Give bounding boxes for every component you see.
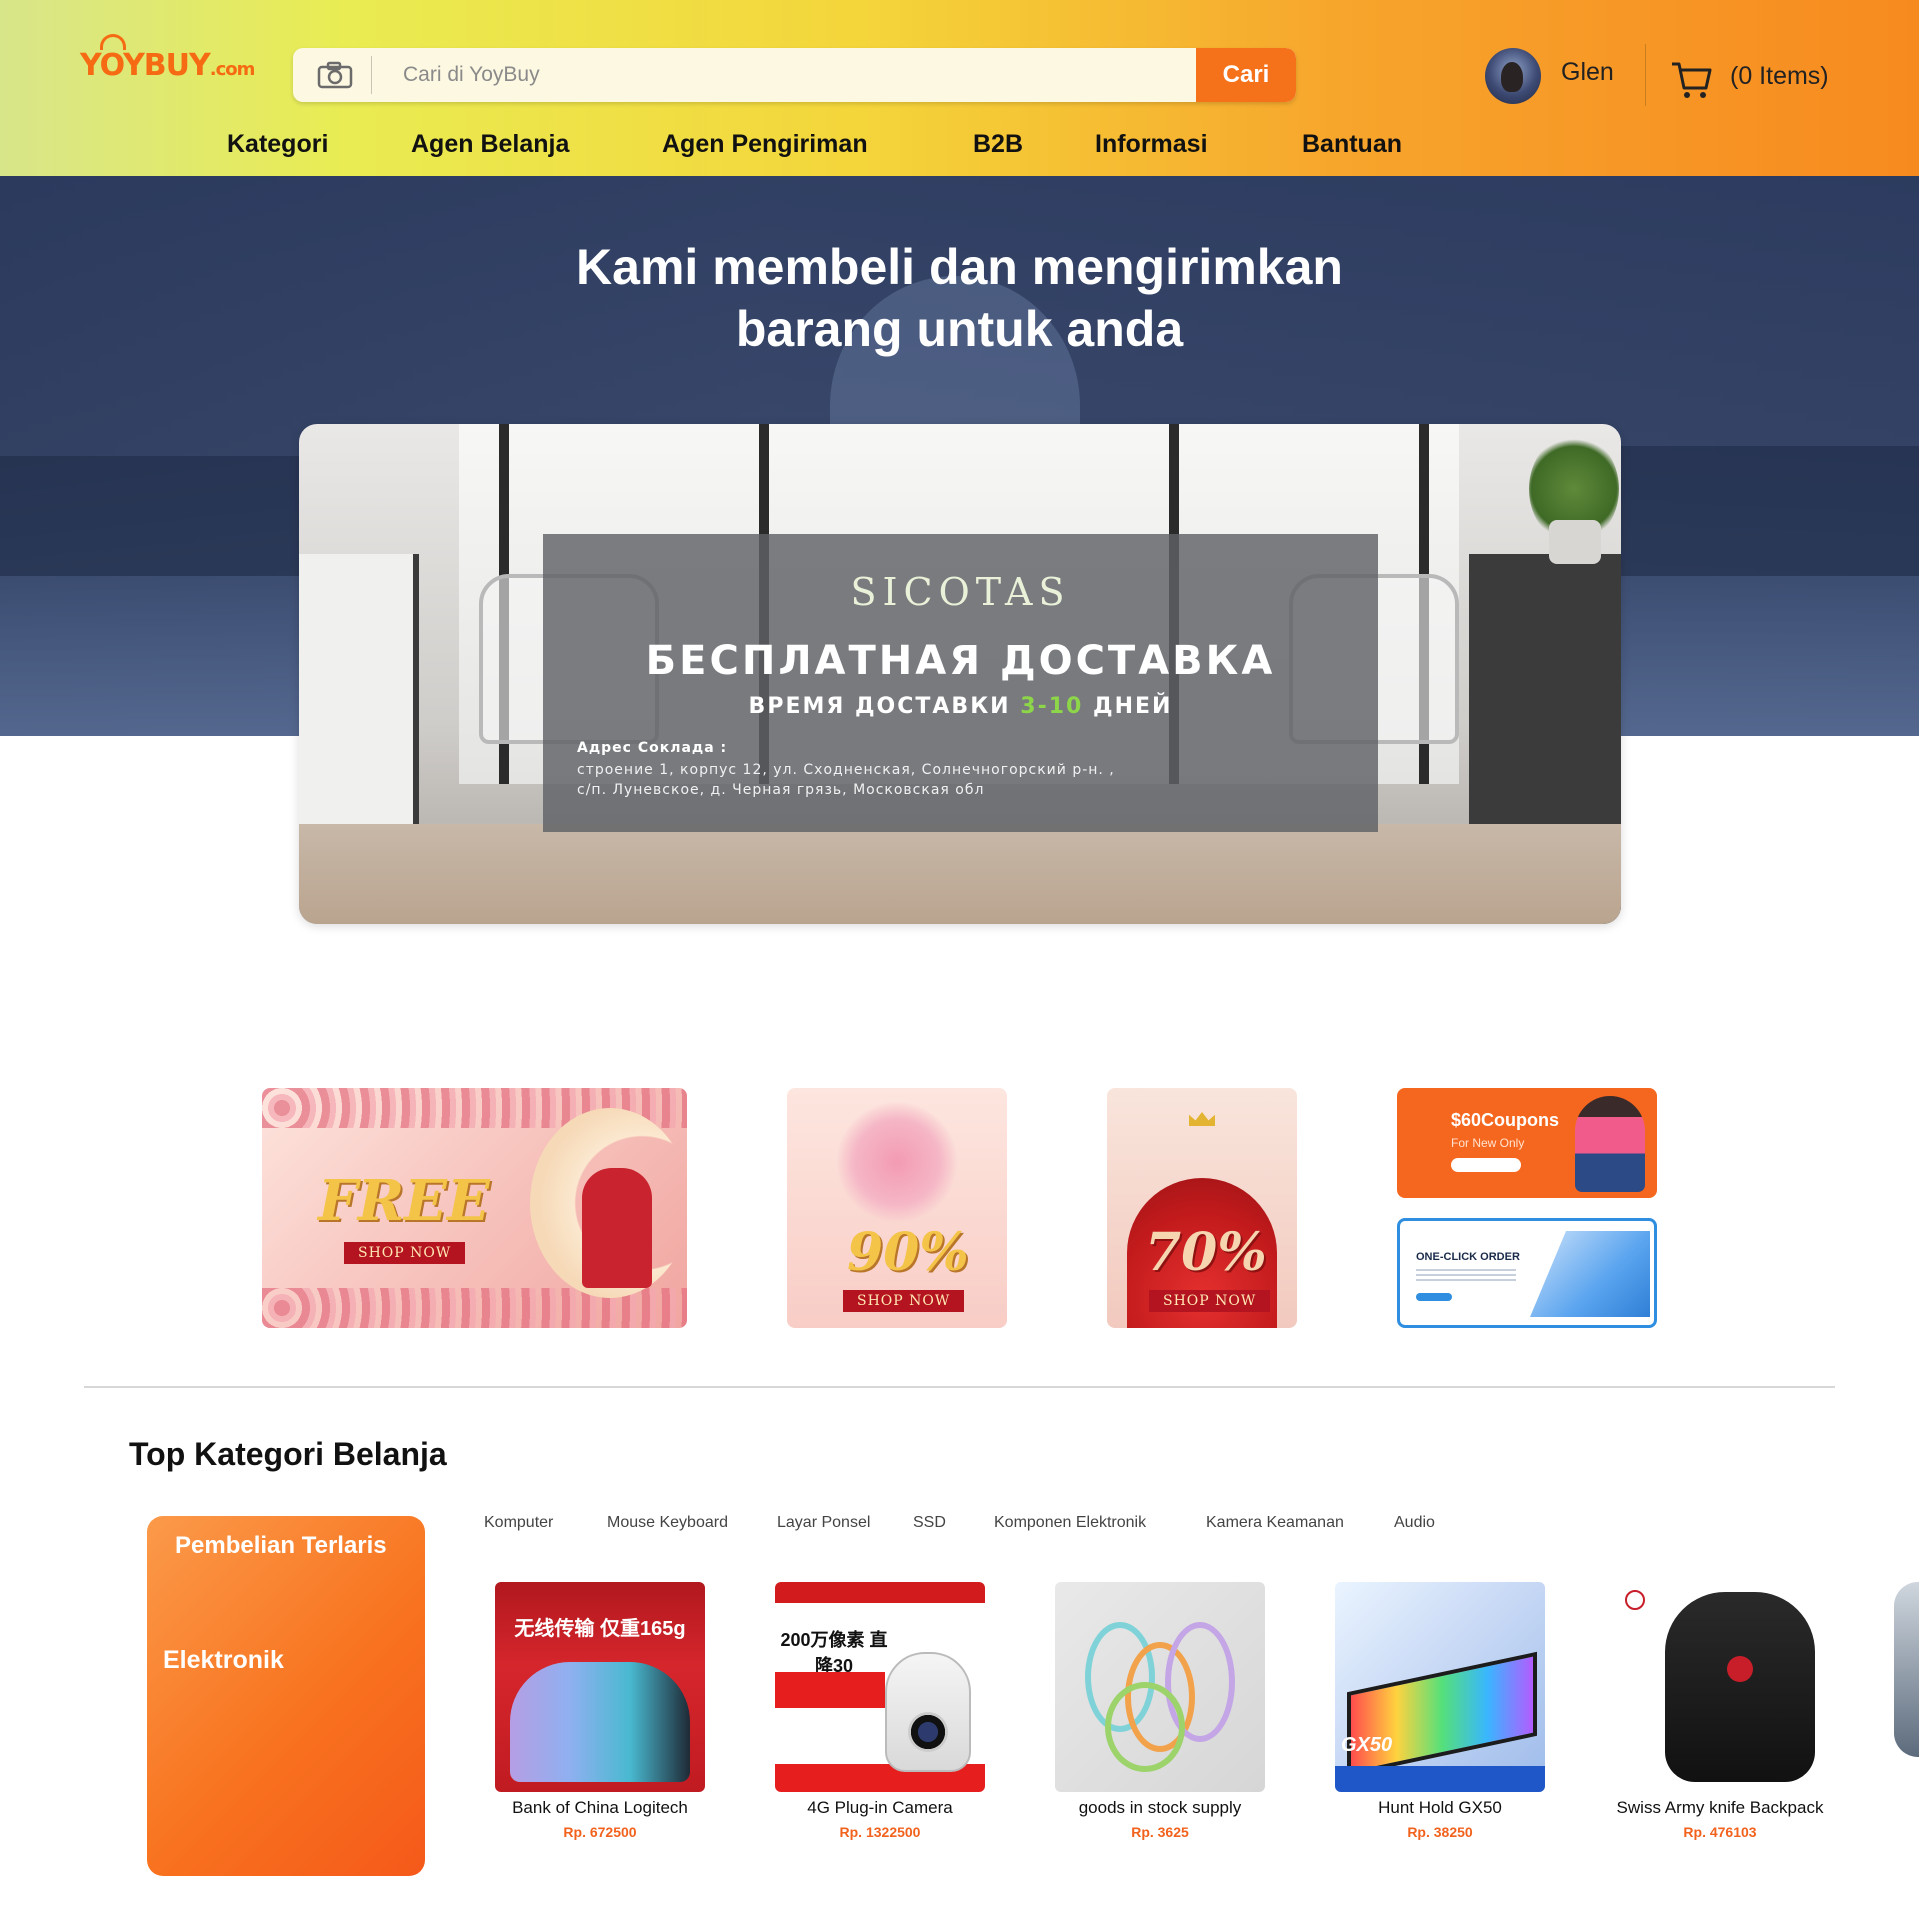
- promo-70-text: 70%: [1145, 1222, 1267, 1283]
- product-card[interactable]: 200万像素 直降30 4G Plug-in Camera Rp. 132250…: [750, 1582, 1010, 1840]
- tab-audio[interactable]: Audio: [1394, 1514, 1435, 1532]
- coupon-subtitle: For New Only: [1451, 1136, 1525, 1150]
- tab-komputer[interactable]: Komputer: [484, 1514, 553, 1532]
- product-name[interactable]: Swiss Army knife Backpack: [1590, 1798, 1850, 1818]
- nav-informasi[interactable]: Informasi: [1095, 130, 1208, 159]
- product-card-partial[interactable]: [1894, 1582, 1919, 1757]
- cable-illustration: [1105, 1682, 1185, 1772]
- promo-90-text: 90%: [847, 1222, 969, 1283]
- nav-bantuan[interactable]: Bantuan: [1302, 130, 1402, 159]
- product-image[interactable]: [1615, 1582, 1825, 1792]
- nav-b2b[interactable]: B2B: [973, 130, 1023, 159]
- product-card[interactable]: goods in stock supply Rp. 3625: [1030, 1582, 1290, 1840]
- coupon-signup-button[interactable]: [1451, 1158, 1521, 1172]
- promo-free-text: FREE: [318, 1168, 490, 1234]
- camera-search-icon[interactable]: [315, 61, 355, 89]
- cart-icon[interactable]: [1670, 58, 1714, 102]
- promo-70-shop-now[interactable]: SHOP NOW: [1149, 1290, 1271, 1312]
- dress-illustration: [582, 1168, 652, 1288]
- stamp-icon: [1625, 1590, 1645, 1610]
- headphones-illustration: [510, 1662, 690, 1782]
- product-image[interactable]: [1055, 1582, 1265, 1792]
- tab-ssd[interactable]: SSD: [913, 1514, 946, 1532]
- camera-lens: [908, 1712, 948, 1752]
- promo-70-off[interactable]: 70% SHOP NOW: [1107, 1088, 1297, 1328]
- one-click-title: ONE-CLICK ORDER: [1416, 1251, 1520, 1263]
- header-divider: [1645, 44, 1646, 106]
- banner-headline: БЕСПЛАТНАЯ ДОСТАВКА: [645, 638, 1276, 684]
- cabinet-left: [299, 554, 419, 824]
- rug-decor: [299, 824, 1621, 924]
- cart-count[interactable]: (0 Items): [1730, 62, 1829, 91]
- one-click-button[interactable]: [1416, 1293, 1452, 1301]
- user-name[interactable]: Glen: [1561, 58, 1614, 87]
- hero-title: Kami membeli dan mengirimkan barang untu…: [576, 239, 1343, 357]
- product-name[interactable]: goods in stock supply: [1030, 1798, 1290, 1818]
- laptop-illustration: [1530, 1231, 1650, 1317]
- yoybuy-logo[interactable]: YOYBUY.com: [80, 34, 255, 83]
- nav-agen-belanja[interactable]: Agen Belanja: [411, 130, 569, 159]
- promo-carousel-banner[interactable]: SICOTAS БЕСПЛАТНАЯ ДОСТАВКА ВРЕМЯ ДОСТАВ…: [299, 424, 1621, 924]
- product-image[interactable]: 200万像素 直降30: [775, 1582, 985, 1792]
- product-price: Rp. 1322500: [839, 1824, 921, 1840]
- shopper-illustration: [1575, 1096, 1645, 1192]
- promo-free-shop-now[interactable]: SHOP NOW: [344, 1242, 466, 1264]
- product-price: Rp. 476103: [1683, 1824, 1757, 1840]
- section-divider: [84, 1386, 1835, 1388]
- nav-agen-pengiriman[interactable]: Agen Pengiriman: [662, 130, 868, 159]
- product-price: Rp. 672500: [563, 1824, 637, 1840]
- promo-90-off[interactable]: 90% SHOP NOW: [787, 1088, 1007, 1328]
- search-divider: [371, 56, 372, 94]
- plant-pot: [1549, 520, 1601, 564]
- keyboard-illustration: [1347, 1651, 1537, 1777]
- terminal-background-left: [0, 456, 300, 576]
- tab-kamera-keamanan[interactable]: Kamera Keamanan: [1206, 1514, 1344, 1532]
- swiss-logo-icon: [1727, 1656, 1753, 1682]
- flower-tree-illustration: [837, 1102, 957, 1222]
- banner-overlay: SICOTAS БЕСПЛАТНАЯ ДОСТАВКА ВРЕМЯ ДОСТАВ…: [543, 534, 1378, 832]
- tab-komponen-elektronik[interactable]: Komponen Elektronik: [994, 1514, 1146, 1532]
- product-card[interactable]: 无线传输 仅重165g Bank of China Logitech Rp. 6…: [470, 1582, 730, 1840]
- one-click-description: [1416, 1269, 1516, 1283]
- best-seller-category[interactable]: Elektronik: [163, 1646, 284, 1675]
- promo-band: [775, 1672, 885, 1708]
- nav-kategori[interactable]: Kategori: [227, 130, 328, 159]
- search-button[interactable]: Cari: [1196, 48, 1296, 102]
- product-name[interactable]: Bank of China Logitech: [470, 1798, 730, 1818]
- product-price: Rp. 38250: [1407, 1824, 1473, 1840]
- search-input[interactable]: [403, 48, 1203, 102]
- promo-free-shipping[interactable]: FREE SHOP NOW: [262, 1088, 687, 1328]
- search-bar: Cari: [293, 48, 1296, 102]
- product-card[interactable]: GX50 Hunt Hold GX50 Rp. 38250: [1310, 1582, 1570, 1840]
- user-avatar[interactable]: [1485, 48, 1541, 104]
- backpack-illustration: [1665, 1592, 1815, 1782]
- coupon-title: $60Coupons: [1451, 1110, 1560, 1130]
- product-card[interactable]: Swiss Army knife Backpack Rp. 476103: [1590, 1582, 1850, 1840]
- product-name[interactable]: 4G Plug-in Camera: [750, 1798, 1010, 1818]
- product-price: Rp. 3625: [1131, 1824, 1189, 1840]
- crown-icon: [1189, 1112, 1215, 1126]
- shopping-bag-icon: [100, 34, 126, 50]
- product-name[interactable]: Hunt Hold GX50: [1310, 1798, 1570, 1818]
- banner-brand: SICOTAS: [850, 570, 1071, 614]
- banner-subheadline: ВРЕМЯ ДОСТАВКИ 3-10 ДНЕЙ: [748, 694, 1173, 719]
- site-header: YOYBUY.com Cari Glen (0 Items) Kategori …: [0, 0, 1919, 176]
- banner-address-label: Адрес Соклада :: [577, 740, 728, 756]
- promo-90-shop-now[interactable]: SHOP NOW: [843, 1290, 965, 1312]
- best-seller-title: Pembelian Terlaris: [175, 1532, 387, 1559]
- promo-band: [1335, 1766, 1545, 1792]
- product-image[interactable]: 无线传输 仅重165g: [495, 1582, 705, 1792]
- best-seller-card[interactable]: Pembelian Terlaris Elektronik: [147, 1516, 425, 1876]
- product-image[interactable]: GX50: [1335, 1582, 1545, 1792]
- tab-mouse-keyboard[interactable]: Mouse Keyboard: [607, 1514, 728, 1532]
- banner-address: строение 1, корпус 12, ул. Сходненская, …: [577, 762, 1115, 798]
- tab-layar-ponsel[interactable]: Layar Ponsel: [777, 1514, 870, 1532]
- terminal-background-right: [1620, 446, 1919, 576]
- section-title: Top Kategori Belanja: [129, 1436, 447, 1472]
- promo-coupons[interactable]: $60Coupons For New Only: [1397, 1088, 1657, 1198]
- promo-one-click-order[interactable]: ONE-CLICK ORDER: [1397, 1218, 1657, 1328]
